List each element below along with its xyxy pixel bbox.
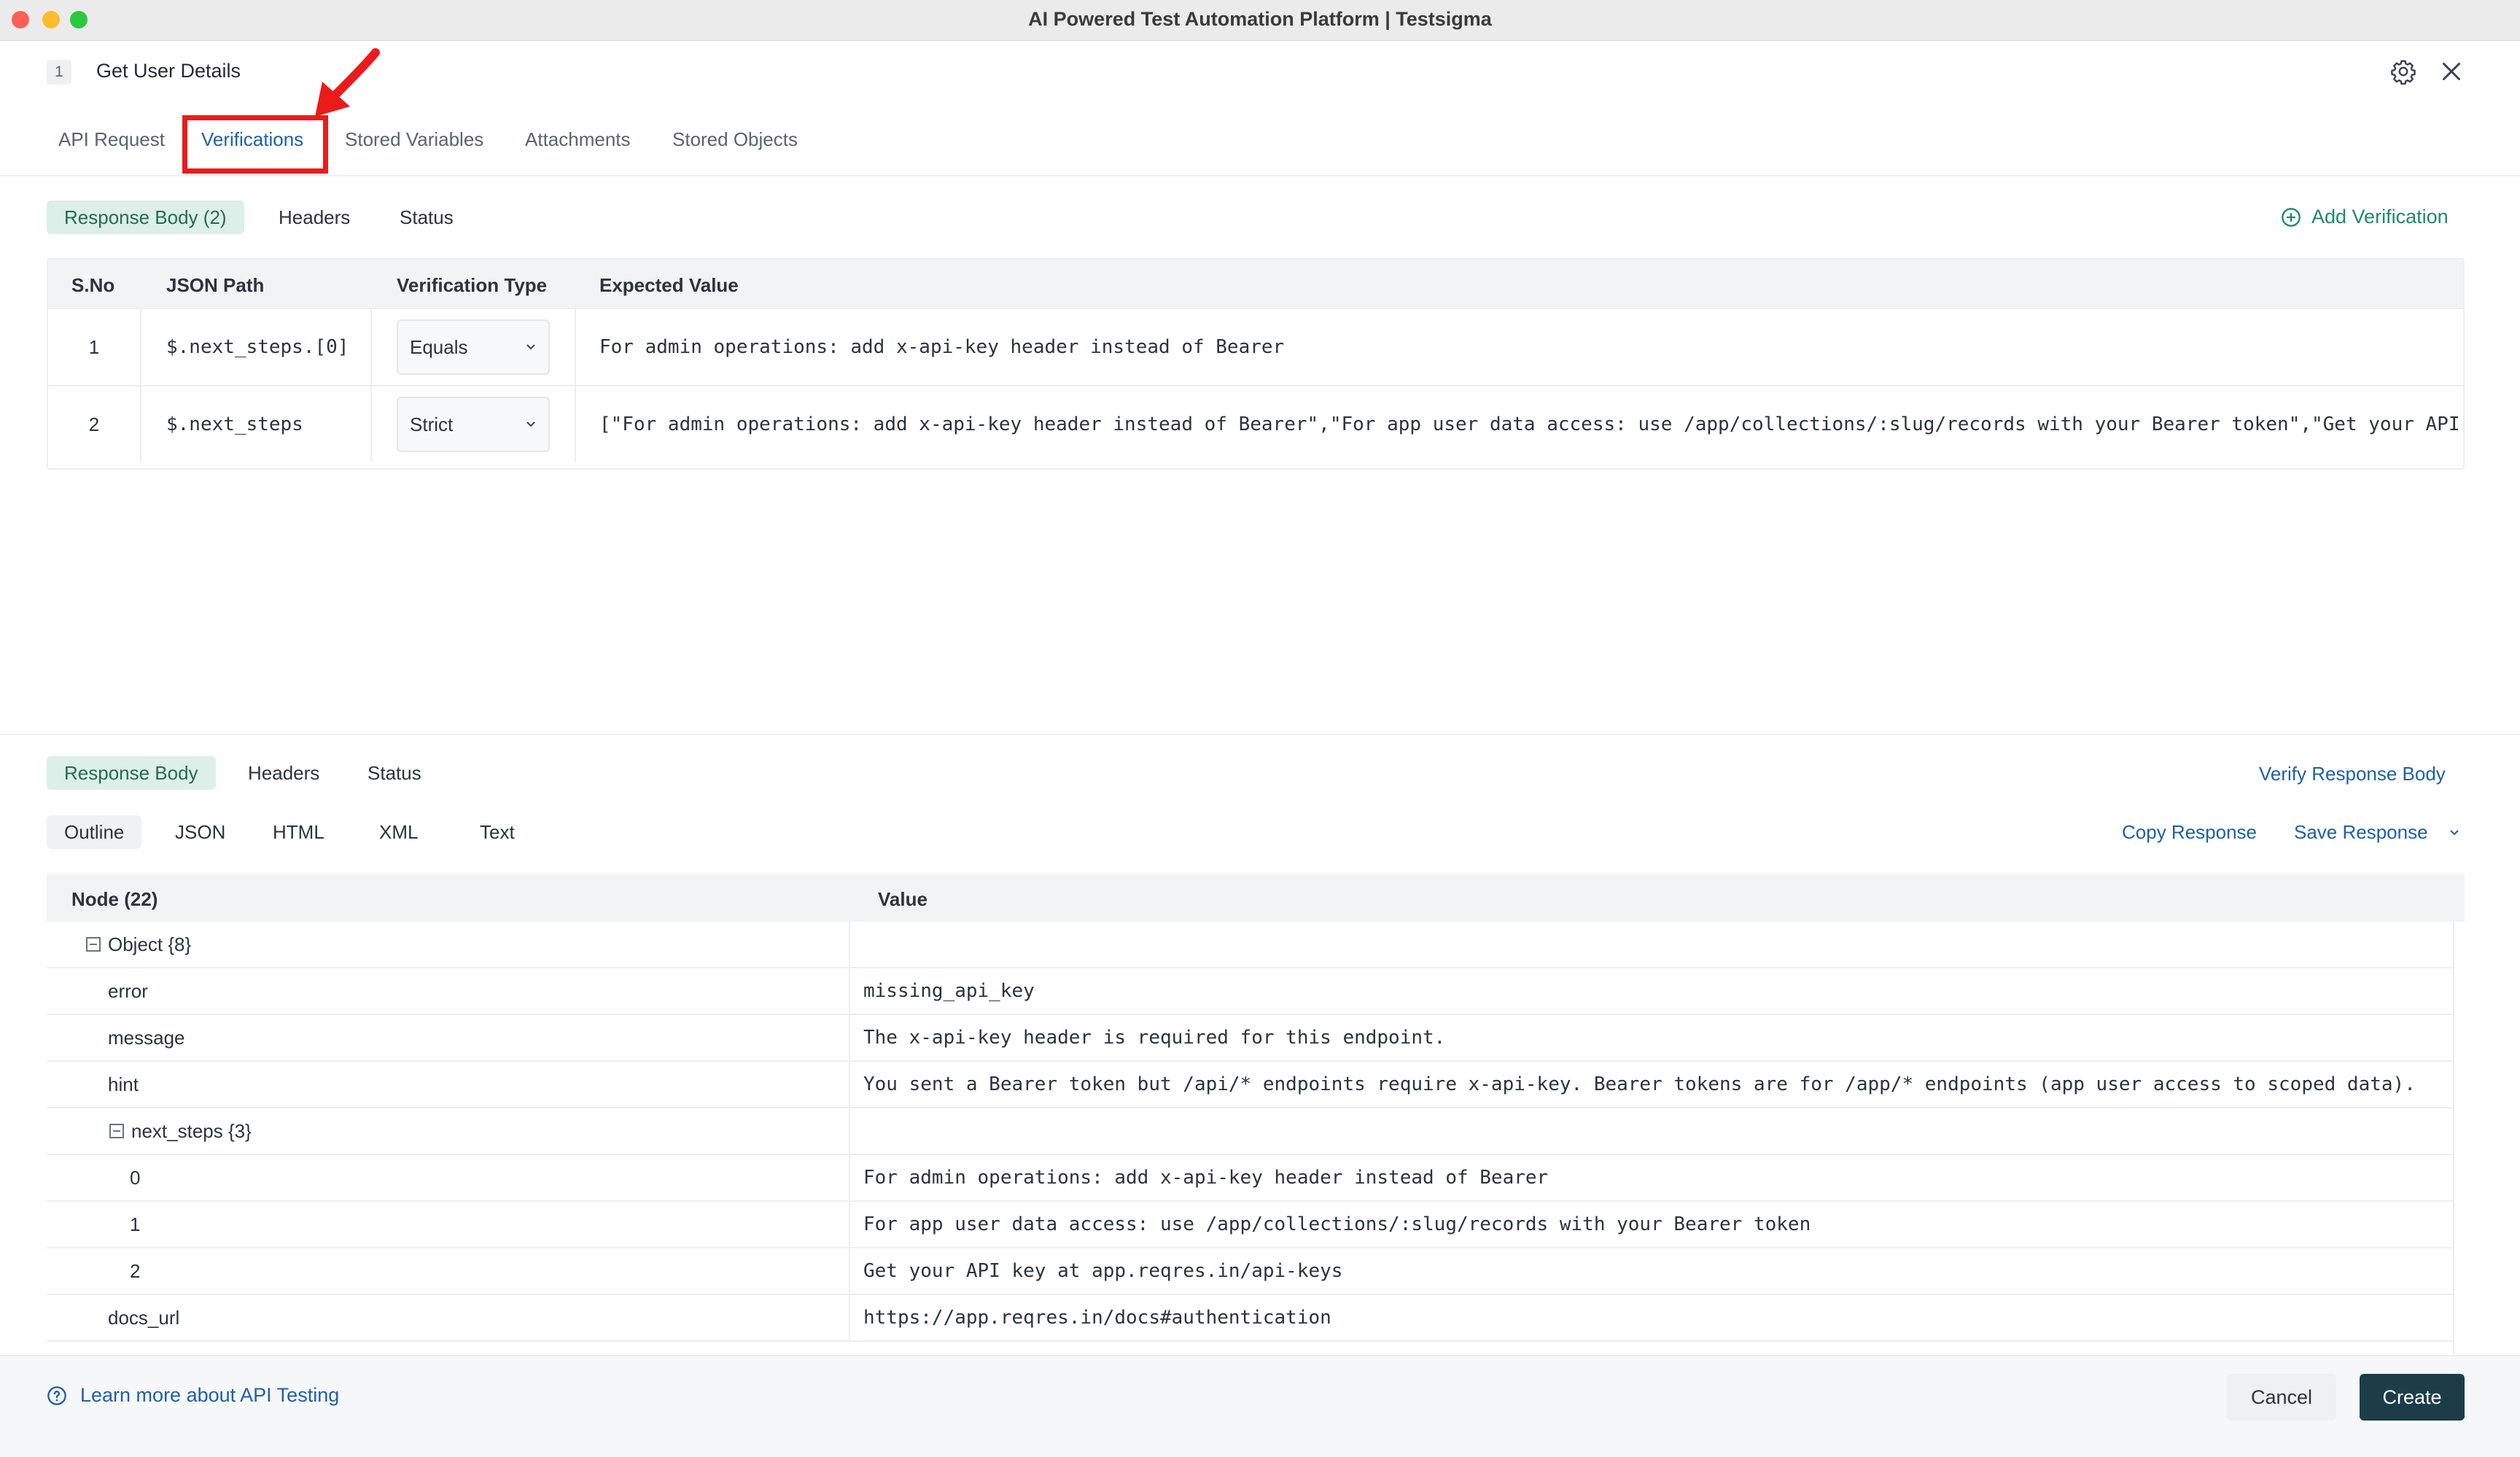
column-header: Expected Value — [599, 274, 739, 296]
save-response-dropdown[interactable]: Save Response — [2294, 821, 2462, 844]
tree-row[interactable]: 0 For admin operations: add x-api-key he… — [47, 1155, 2453, 1202]
value-cell: For admin operations: add x-api-key head… — [863, 1167, 1549, 1189]
node-cell: next_steps {3} — [109, 1108, 252, 1154]
tabs-divider — [0, 175, 2520, 176]
value-cell: Get your API key at app.reqres.in/api-ke… — [863, 1260, 1343, 1282]
save-response-label: Save Response — [2294, 821, 2428, 843]
tab-response-body[interactable]: Response Body — [47, 756, 216, 790]
tree-row[interactable]: next_steps {3} — [47, 1108, 2453, 1155]
node-cell: hint — [108, 1073, 139, 1095]
json-path-cell[interactable]: $.next_steps — [166, 386, 385, 462]
collapse-icon[interactable] — [86, 937, 101, 952]
tab-text[interactable]: Text — [462, 815, 532, 849]
node-cell: error — [108, 979, 148, 1002]
column-header: Node (22) — [71, 888, 158, 910]
tab-xml[interactable]: XML — [362, 815, 435, 849]
verification-type-value: Equals — [410, 335, 468, 358]
expected-value-cell[interactable]: For admin operations: add x-api-key head… — [599, 309, 2459, 385]
node-cell: docs_url — [108, 1306, 180, 1329]
value-cell: https://app.reqres.in/docs#authenticatio… — [863, 1307, 1331, 1329]
chevron-down-icon — [526, 421, 535, 427]
create-button[interactable]: Create — [2360, 1374, 2465, 1421]
tab-attachments[interactable]: Attachments — [525, 128, 631, 151]
tab-stored-variables[interactable]: Stored Variables — [345, 128, 483, 151]
cancel-button[interactable]: Cancel — [2227, 1374, 2336, 1421]
tab-api-request[interactable]: API Request — [58, 128, 165, 151]
learn-more-link[interactable]: Learn more about API Testing — [47, 1384, 339, 1407]
row-number: 2 — [88, 413, 100, 435]
chevron-down-icon — [2449, 829, 2459, 835]
row-number: 1 — [88, 335, 100, 358]
verification-type-select[interactable]: Equals — [397, 319, 550, 375]
node-cell: 2 — [130, 1259, 141, 1282]
section-divider — [0, 734, 2520, 735]
tree-row[interactable]: 2 Get your API key at app.reqres.in/api-… — [47, 1248, 2453, 1295]
column-header: S.No — [71, 274, 115, 296]
close-icon[interactable] — [2438, 58, 2465, 85]
copy-response-link[interactable]: Copy Response — [2122, 821, 2257, 844]
value-cell: For app user data access: use /app/colle… — [863, 1213, 1811, 1235]
tree-row[interactable]: 1 For app user data access: use /app/col… — [47, 1202, 2453, 1248]
verifications-table: S.No JSON Path Verification Type Expecte… — [47, 258, 2465, 470]
node-cell: message — [108, 1026, 185, 1049]
window-title: AI Powered Test Automation Platform | Te… — [1028, 8, 1492, 30]
tree-row[interactable]: Object {8} — [47, 922, 2453, 968]
table-row: 1 $.next_steps.[0] Equals For admin oper… — [48, 308, 2463, 385]
column-header: Verification Type — [397, 274, 548, 296]
value-cell: missing_api_key — [863, 980, 1035, 1002]
verification-type-select[interactable]: Strict — [397, 397, 550, 452]
gear-icon[interactable] — [2390, 58, 2416, 85]
tab-status-verifications[interactable]: Status — [382, 201, 471, 234]
add-verification-button[interactable]: Add Verification — [2281, 206, 2449, 228]
table-header: S.No JSON Path Verification Type Expecte… — [48, 260, 2463, 308]
json-path-cell[interactable]: $.next_steps.[0] — [166, 309, 385, 385]
tab-html[interactable]: HTML — [255, 815, 342, 849]
add-verification-label: Add Verification — [2311, 206, 2449, 228]
value-cell: The x-api-key header is required for thi… — [863, 1027, 1446, 1049]
tab-response-status[interactable]: Status — [350, 756, 439, 790]
tree-row[interactable]: hint You sent a Bearer token but /api/* … — [47, 1062, 2453, 1108]
column-header: Value — [878, 888, 928, 910]
highlight-annotation-box — [182, 115, 328, 174]
red-arrow-icon — [315, 48, 380, 117]
verification-type-value: Strict — [410, 413, 454, 435]
table-header: Node (22) Value — [47, 874, 2465, 922]
column-header: JSON Path — [166, 274, 265, 296]
tab-outline[interactable]: Outline — [47, 815, 142, 849]
step-title: Get User Details — [96, 60, 241, 82]
dialog-footer — [0, 1355, 2520, 1457]
tab-response-headers[interactable]: Headers — [230, 756, 337, 790]
tab-json[interactable]: JSON — [158, 815, 243, 849]
expected-value-cell[interactable]: ["For admin operations: add x-api-key he… — [599, 386, 2459, 462]
tree-row[interactable]: message The x-api-key header is required… — [47, 1015, 2453, 1062]
plus-circle-icon — [2282, 207, 2301, 227]
chevron-down-icon — [526, 344, 535, 350]
window-titlebar: AI Powered Test Automation Platform | Te… — [0, 0, 2520, 41]
response-outline-table: Node (22) Value Object {8} error missing… — [47, 874, 2465, 1355]
node-cell: 1 — [130, 1213, 141, 1235]
collapse-icon[interactable] — [109, 1124, 124, 1138]
tab-headers-verifications[interactable]: Headers — [261, 201, 368, 234]
table-row: 2 $.next_steps Strict ["For admin operat… — [48, 385, 2463, 462]
learn-more-label: Learn more about API Testing — [80, 1384, 340, 1406]
verify-response-body-link[interactable]: Verify Response Body — [2259, 763, 2446, 785]
step-number-badge: 1 — [47, 60, 71, 85]
help-circle-icon — [47, 1386, 66, 1405]
value-cell: You sent a Bearer token but /api/* endpo… — [863, 1073, 2416, 1095]
tab-stored-objects[interactable]: Stored Objects — [672, 128, 798, 151]
tree-row[interactable]: docs_url https://app.reqres.in/docs#auth… — [47, 1295, 2453, 1342]
node-cell: 0 — [130, 1166, 141, 1189]
tree-row[interactable]: error missing_api_key — [47, 968, 2453, 1015]
node-cell: Object {8} — [86, 922, 191, 967]
tab-response-body-verifications[interactable]: Response Body (2) — [47, 201, 244, 234]
